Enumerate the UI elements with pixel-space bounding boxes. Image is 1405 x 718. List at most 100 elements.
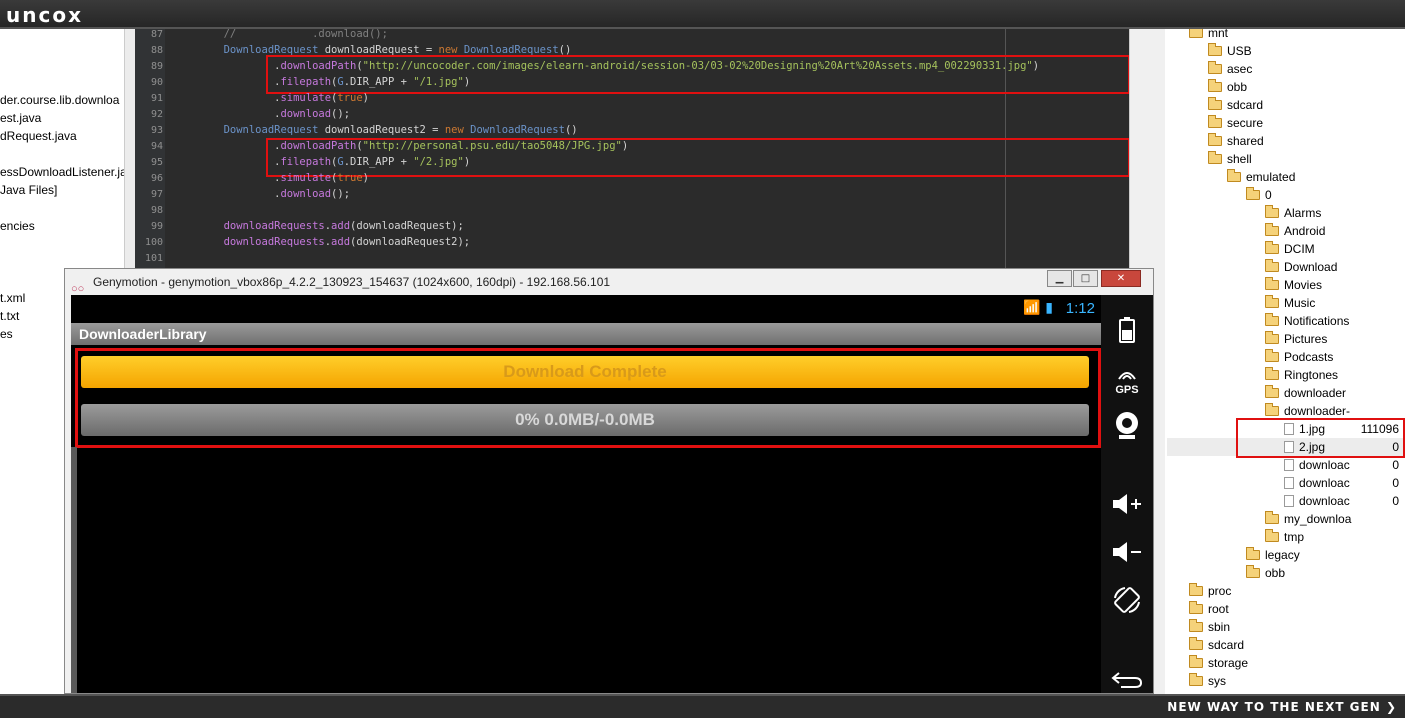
explorer-item[interactable]: encies xyxy=(0,219,35,233)
tree-node-folder[interactable]: emulated xyxy=(1227,168,1399,186)
code-line[interactable]: 90 .filepath(G.DIR_APP + "/1.jpg") xyxy=(135,74,1129,90)
folder-icon xyxy=(1265,511,1279,524)
tree-node-folder[interactable]: obb xyxy=(1208,78,1399,96)
code-token: () xyxy=(558,44,572,56)
tree-node-folder[interactable]: Android xyxy=(1265,222,1399,240)
code-line[interactable]: 99 downloadRequests.add(downloadRequest)… xyxy=(135,218,1129,234)
tree-node-folder[interactable]: tmp xyxy=(1265,528,1399,546)
back-icon[interactable] xyxy=(1101,669,1153,693)
folder-icon xyxy=(1265,277,1279,290)
code-line[interactable]: 96 .simulate(true) xyxy=(135,170,1129,186)
code-token: . xyxy=(173,156,281,168)
tree-node-label: Download xyxy=(1284,260,1338,274)
code-line[interactable]: 93 DownloadRequest downloadRequest2 = ne… xyxy=(135,122,1129,138)
code-line[interactable]: 91 .simulate(true) xyxy=(135,90,1129,106)
tree-node-label: 0 xyxy=(1265,188,1272,202)
tree-node-file[interactable]: downloac 0 xyxy=(1284,456,1399,474)
maximize-button[interactable]: □ xyxy=(1073,270,1098,287)
tree-node-folder[interactable]: root xyxy=(1189,600,1399,618)
explorer-scrollbar[interactable] xyxy=(125,29,135,269)
bottom-banner: NEW WAY TO THE NEXT GEN ❯ xyxy=(0,694,1405,718)
download-complete-button[interactable]: Download Complete xyxy=(81,356,1089,388)
folder-icon xyxy=(1208,97,1222,110)
volume-down-icon[interactable] xyxy=(1101,541,1153,567)
tree-node-folder[interactable]: Alarms xyxy=(1265,204,1399,222)
explorer-item[interactable]: Java Files] xyxy=(0,183,57,197)
explorer-item[interactable]: dRequest.java xyxy=(0,129,77,143)
code-line[interactable]: 87 // .download(); xyxy=(135,29,1129,42)
code-line[interactable]: 100 downloadRequests.add(downloadRequest… xyxy=(135,234,1129,250)
code-token: "http://personal.psu.edu/tao5048/JPG.jpg… xyxy=(362,140,622,152)
tree-node-folder[interactable]: downloader xyxy=(1265,384,1399,402)
code-text: .download(); xyxy=(173,186,350,202)
tree-node-folder[interactable]: sbin xyxy=(1189,618,1399,636)
gps-icon[interactable]: GPS xyxy=(1101,365,1153,396)
tree-node-folder[interactable]: sdcard xyxy=(1208,96,1399,114)
tree-node-label: proc xyxy=(1208,584,1232,598)
camera-icon[interactable] xyxy=(1101,411,1153,443)
code-token: ) xyxy=(621,140,629,152)
code-line[interactable]: 88 DownloadRequest downloadRequest = new… xyxy=(135,42,1129,58)
code-text: // .download(); xyxy=(173,29,388,42)
tree-node-folder[interactable]: 0 xyxy=(1246,186,1399,204)
tree-node-folder[interactable]: asec xyxy=(1208,60,1399,78)
tree-node-folder[interactable]: Podcasts xyxy=(1265,348,1399,366)
tree-node-folder[interactable]: shell xyxy=(1208,150,1399,168)
tree-node-file[interactable]: downloac 0 xyxy=(1284,492,1399,510)
android-screen[interactable]: 📶 ▮ 1:12 DownloaderLibrary Download Comp… xyxy=(71,295,1101,693)
line-number: 91 xyxy=(150,93,163,104)
code-text: DownloadRequest downloadRequest2 = new D… xyxy=(173,122,578,138)
code-line[interactable]: 94 .downloadPath("http://personal.psu.ed… xyxy=(135,138,1129,154)
code-text: .simulate(true) xyxy=(173,170,369,186)
explorer-item[interactable]: t.txt xyxy=(0,309,19,323)
gps-label: GPS xyxy=(1115,384,1139,396)
explorer-item[interactable]: es xyxy=(0,327,13,341)
screen-edge xyxy=(71,447,77,693)
code-line[interactable]: 89 .downloadPath("http://uncocoder.com/i… xyxy=(135,58,1129,74)
minimize-button[interactable]: ▁ xyxy=(1047,270,1072,287)
tree-node-folder[interactable]: Ringtones xyxy=(1265,366,1399,384)
highlight-downloaded-files xyxy=(1236,418,1405,458)
code-editor[interactable]: 87 // .download(); 88 DownloadRequest dow… xyxy=(135,29,1129,269)
tree-node-folder[interactable]: legacy xyxy=(1246,546,1399,564)
explorer-item[interactable]: essDownloadListener.jav xyxy=(0,165,124,179)
explorer-item[interactable]: est.java xyxy=(0,111,41,125)
volume-up-icon[interactable] xyxy=(1101,493,1153,519)
explorer-item[interactable]: t.xml xyxy=(0,291,25,305)
rotate-icon[interactable] xyxy=(1101,585,1153,619)
tree-node-folder[interactable]: sys xyxy=(1189,672,1399,690)
tree-node-folder[interactable]: Movies xyxy=(1265,276,1399,294)
code-line[interactable]: 101 xyxy=(135,250,1129,266)
tree-node-folder[interactable]: DCIM xyxy=(1265,240,1399,258)
battery-icon[interactable] xyxy=(1101,317,1153,347)
tree-node-folder[interactable]: Pictures xyxy=(1265,330,1399,348)
code-token: . xyxy=(173,76,281,88)
code-token: filepath xyxy=(280,156,332,168)
tree-node-file[interactable]: downloac 0 xyxy=(1284,474,1399,492)
window-titlebar[interactable]: ○○ Genymotion - genymotion_vbox86p_4.2.2… xyxy=(65,269,1153,295)
tree-node-folder[interactable]: proc xyxy=(1189,582,1399,600)
tree-node-folder[interactable]: storage xyxy=(1189,654,1399,672)
tree-node-folder[interactable]: USB xyxy=(1208,42,1399,60)
code-line[interactable]: 95 .filepath(G.DIR_APP + "/2.jpg") xyxy=(135,154,1129,170)
close-button[interactable]: ✕ xyxy=(1101,270,1141,287)
line-number: 94 xyxy=(150,141,163,152)
tree-node-folder[interactable]: Download xyxy=(1265,258,1399,276)
progress-label: 0% 0.0MB/-0.0MB xyxy=(515,410,655,429)
code-line[interactable]: 98 xyxy=(135,202,1129,218)
tree-node-folder[interactable]: sdcard xyxy=(1189,636,1399,654)
code-line[interactable]: 97 .download(); xyxy=(135,186,1129,202)
tree-node-folder[interactable]: shared xyxy=(1208,132,1399,150)
tree-node-folder[interactable]: my_downloa xyxy=(1265,510,1399,528)
download-progress-button[interactable]: 0% 0.0MB/-0.0MB xyxy=(81,404,1089,436)
tree-node-folder[interactable]: obb xyxy=(1246,564,1399,582)
code-token: new xyxy=(438,44,464,56)
code-token: "/1.jpg" xyxy=(413,76,464,88)
tree-node-folder[interactable]: mnt xyxy=(1189,29,1399,42)
code-line[interactable]: 92 .download(); xyxy=(135,106,1129,122)
tree-node-folder[interactable]: secure xyxy=(1208,114,1399,132)
tree-node-folder[interactable]: Music xyxy=(1265,294,1399,312)
explorer-item[interactable]: der.course.lib.downloa xyxy=(0,93,119,107)
code-token: downloadRequest = xyxy=(324,44,439,56)
tree-node-folder[interactable]: Notifications xyxy=(1265,312,1399,330)
